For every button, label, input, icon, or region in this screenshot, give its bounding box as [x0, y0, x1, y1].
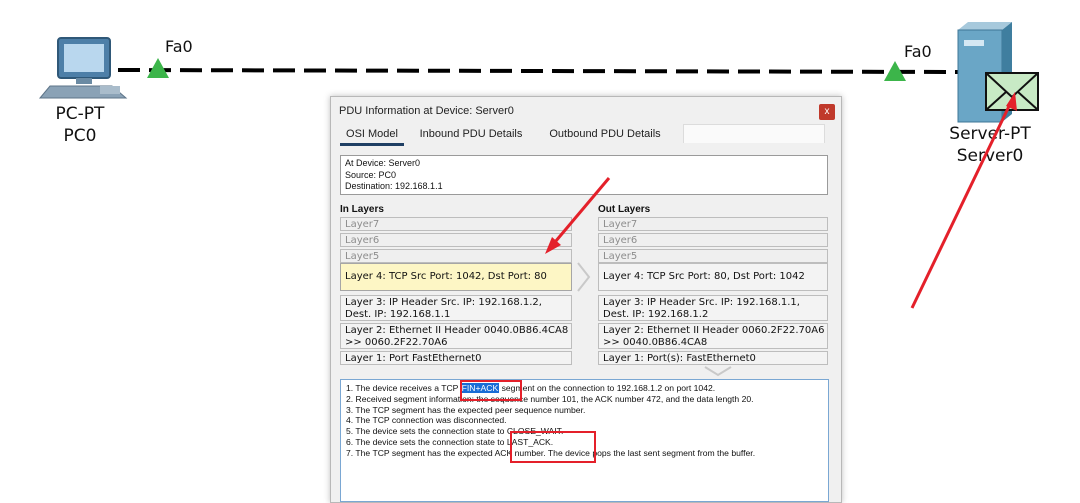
annotation-arrows — [545, 92, 1017, 309]
annotation-arrow-to-envelope — [910, 92, 1017, 309]
annotation-arrow-to-layer4 — [545, 177, 611, 254]
